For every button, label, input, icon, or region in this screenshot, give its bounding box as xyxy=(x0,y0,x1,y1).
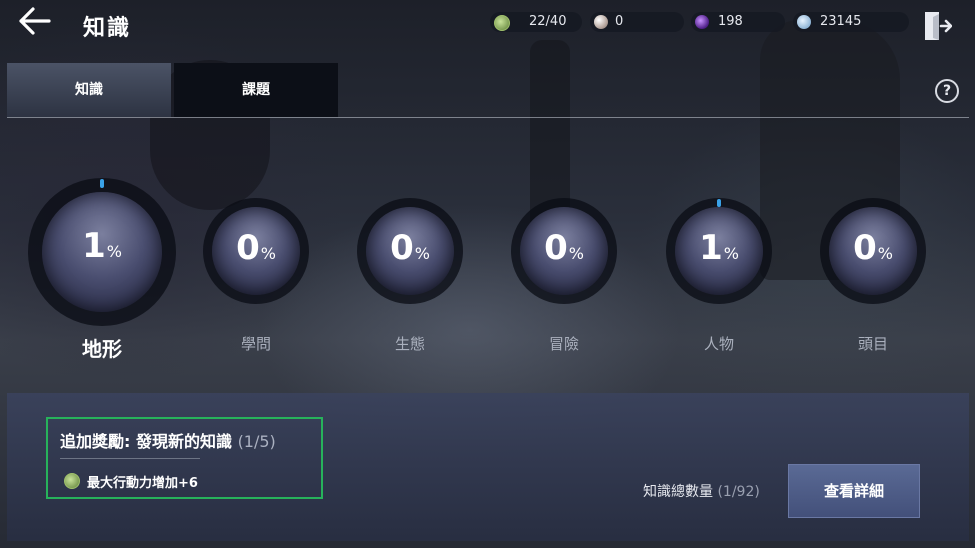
category-adventure[interactable]: 0% xyxy=(511,198,617,304)
top-bar: 知識 22/40 0 198 23145 xyxy=(0,0,975,50)
silver-coin-icon xyxy=(797,15,811,29)
action-point-icon xyxy=(494,15,510,31)
category-percent: 0% xyxy=(390,228,430,268)
progress-indicator xyxy=(717,199,721,207)
gem-counter: 198 xyxy=(691,12,785,32)
help-button[interactable]: ? xyxy=(935,79,959,103)
category-ecology[interactable]: 0% xyxy=(357,198,463,304)
knowledge-total: 知識總數量 (1/92) xyxy=(643,481,760,501)
exit-door-icon xyxy=(925,12,953,40)
pearl-value: 0 xyxy=(615,14,624,29)
knowledge-total-label: 知識總數量 xyxy=(643,484,713,500)
action-points-counter: 22/40 xyxy=(490,12,582,32)
progress-indicator xyxy=(100,179,104,188)
category-percent: 0% xyxy=(236,228,276,268)
category-label-characters: 人物 xyxy=(703,335,734,353)
bonus-count: (1/5) xyxy=(237,432,276,451)
category-label-terrain: 地形 xyxy=(82,337,122,361)
category-label-bosses: 頭目 xyxy=(857,335,888,353)
category-label-adventure: 冒險 xyxy=(548,335,579,353)
page-title: 知識 xyxy=(83,16,132,41)
category-bosses[interactable]: 0% xyxy=(820,198,926,304)
exit-button[interactable] xyxy=(922,10,953,42)
category-percent: 0% xyxy=(544,228,584,268)
action-point-icon xyxy=(64,473,80,489)
purple-gem-icon xyxy=(695,15,709,29)
silver-counter: 23145 xyxy=(793,12,909,32)
category-label-scholarship: 學問 xyxy=(240,335,271,353)
category-label-ecology: 生態 xyxy=(394,335,425,353)
silver-value: 23145 xyxy=(820,14,862,29)
bonus-reward-text: 最大行動力增加+6 xyxy=(87,476,198,491)
tab-topics[interactable]: 課題 xyxy=(174,63,338,117)
category-percent: 0% xyxy=(853,228,893,268)
bonus-title-text: 追加獎勵: 發現新的知識 xyxy=(60,432,232,451)
bonus-divider xyxy=(60,458,200,459)
bonus-title: 追加獎勵: 發現新的知識 (1/5) xyxy=(60,428,276,452)
tab-divider xyxy=(7,117,969,118)
arrow-left-icon xyxy=(19,7,51,35)
view-details-button[interactable]: 查看詳細 xyxy=(788,464,920,518)
knowledge-total-count: (1/92) xyxy=(717,484,760,500)
gem-value: 198 xyxy=(718,14,743,29)
category-scholarship[interactable]: 0% xyxy=(203,198,309,304)
category-characters[interactable]: 1% xyxy=(666,198,772,304)
action-points-value: 22/40 xyxy=(529,14,567,29)
pearl-icon xyxy=(594,15,608,29)
pearl-counter: 0 xyxy=(590,12,684,32)
category-percent: 1% xyxy=(82,226,122,266)
category-percent: 1% xyxy=(699,228,739,268)
category-terrain[interactable]: 1% xyxy=(28,178,176,326)
back-button[interactable] xyxy=(14,6,54,42)
tab-knowledge[interactable]: 知識 xyxy=(7,63,171,117)
